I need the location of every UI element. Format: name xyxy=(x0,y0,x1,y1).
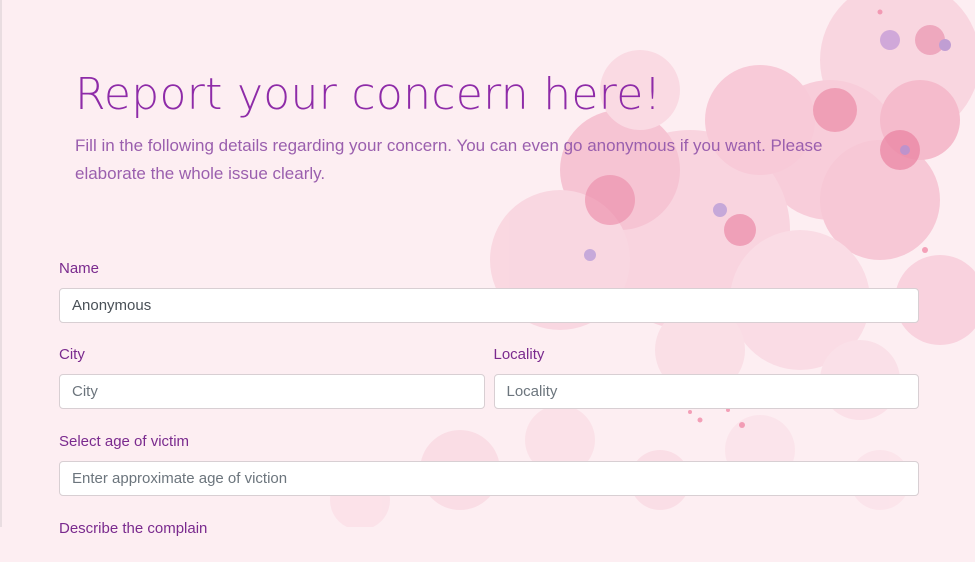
name-group: Name xyxy=(59,258,919,323)
location-row: City Locality xyxy=(59,344,919,409)
concern-form: Name City Locality Select age of victim … xyxy=(59,258,919,562)
hero-section: Report your concern here! Fill in the fo… xyxy=(75,60,875,188)
city-group: City xyxy=(59,344,485,409)
city-input[interactable] xyxy=(59,374,485,409)
page-subtitle: Fill in the following details regarding … xyxy=(75,136,823,183)
describe-group: Describe the complain xyxy=(59,518,919,540)
age-group: Select age of victim xyxy=(59,431,919,496)
age-input[interactable] xyxy=(59,461,919,496)
locality-input[interactable] xyxy=(493,374,919,409)
name-input[interactable] xyxy=(59,288,919,323)
locality-label: Locality xyxy=(493,346,545,363)
name-label: Name xyxy=(59,260,100,277)
page-title: Report your concern here! xyxy=(75,69,662,120)
page-left-border xyxy=(0,0,2,527)
age-label: Select age of victim xyxy=(59,433,190,450)
city-label: City xyxy=(59,346,85,363)
describe-label: Describe the complain xyxy=(59,520,208,537)
locality-group: Locality xyxy=(493,344,919,409)
